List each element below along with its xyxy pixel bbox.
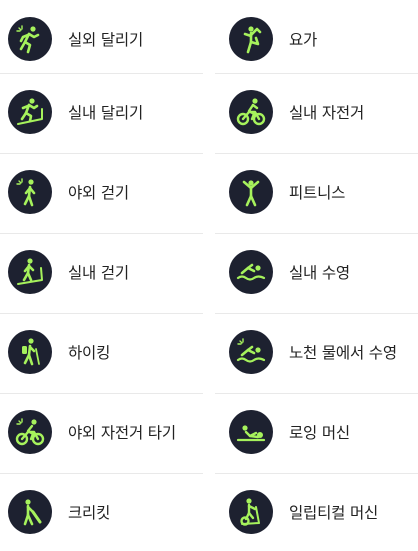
workout-label: 로잉 머신: [289, 424, 350, 442]
workout-item-outdoor-walk[interactable]: 야외 걷기: [0, 153, 209, 231]
cricket-icon: [8, 490, 52, 534]
workout-item-elliptical[interactable]: 일립티컬 머신: [209, 473, 418, 551]
workout-label: 피트니스: [289, 184, 346, 202]
pool-swim-icon: [229, 250, 273, 294]
outdoor-run-icon: [8, 17, 52, 61]
row-divider: [0, 473, 203, 474]
open-water-swim-icon: [229, 330, 273, 374]
row-divider: [0, 393, 203, 394]
workout-label: 일립티컬 머신: [289, 504, 379, 522]
workout-item-open-water-swim[interactable]: 노천 물에서 수영: [209, 313, 418, 391]
workout-item-outdoor-cycle[interactable]: 야외 자전거 타기: [0, 393, 209, 471]
workout-label: 실외 달리기: [68, 31, 144, 49]
workout-grid: 실외 달리기 요가 실내 달리기 실내 자전거 야외 걷기 피트니스 실내 걷기…: [0, 0, 418, 545]
workout-label: 실내 걷기: [68, 264, 129, 282]
row-divider: [0, 233, 203, 234]
workout-item-fitness[interactable]: 피트니스: [209, 153, 418, 231]
workout-label: 야외 걷기: [68, 184, 129, 202]
workout-label: 요가: [289, 31, 318, 49]
row-divider: [215, 153, 418, 154]
elliptical-icon: [229, 490, 273, 534]
workout-item-outdoor-run[interactable]: 실외 달리기: [0, 0, 209, 78]
workout-item-indoor-run[interactable]: 실내 달리기: [0, 73, 209, 151]
indoor-cycle-icon: [229, 90, 273, 134]
fitness-icon: [229, 170, 273, 214]
row-divider: [215, 473, 418, 474]
workout-label: 크리킷: [68, 504, 111, 522]
outdoor-walk-icon: [8, 170, 52, 214]
workout-label: 노천 물에서 수영: [289, 344, 397, 362]
workout-item-cricket[interactable]: 크리킷: [0, 473, 209, 551]
workout-item-rowing[interactable]: 로잉 머신: [209, 393, 418, 471]
workout-item-indoor-cycle[interactable]: 실내 자전거: [209, 73, 418, 151]
row-divider: [215, 393, 418, 394]
outdoor-cycle-icon: [8, 410, 52, 454]
workout-label: 야외 자전거 타기: [68, 424, 176, 442]
workout-item-hiking[interactable]: 하이킹: [0, 313, 209, 391]
workout-label: 실내 달리기: [68, 104, 144, 122]
treadmill-run-icon: [8, 90, 52, 134]
row-divider: [0, 73, 203, 74]
workout-item-indoor-walk[interactable]: 실내 걷기: [0, 233, 209, 311]
row-divider: [0, 313, 203, 314]
rowing-machine-icon: [229, 410, 273, 454]
workout-item-yoga[interactable]: 요가: [209, 0, 418, 78]
workout-label: 하이킹: [68, 344, 111, 362]
workout-label: 실내 자전거: [289, 104, 365, 122]
workout-label: 실내 수영: [289, 264, 350, 282]
treadmill-walk-icon: [8, 250, 52, 294]
row-divider: [0, 153, 203, 154]
hiking-icon: [8, 330, 52, 374]
yoga-icon: [229, 17, 273, 61]
row-divider: [215, 233, 418, 234]
row-divider: [215, 313, 418, 314]
workout-item-pool-swim[interactable]: 실내 수영: [209, 233, 418, 311]
row-divider: [215, 73, 418, 74]
